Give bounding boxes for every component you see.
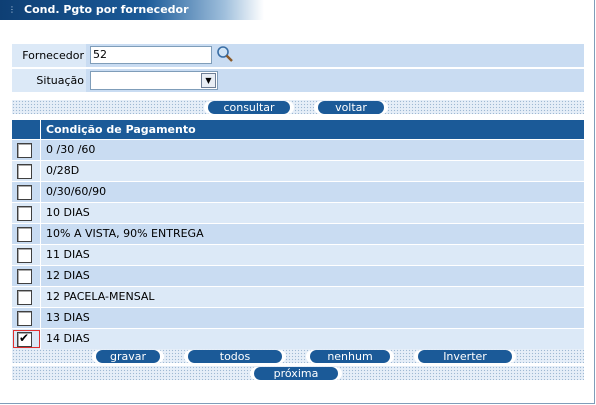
row-checkbox[interactable] [17,311,32,326]
table-row: 0/30/60/90 [12,181,584,202]
table-body: 0 /30 /60 0/28D 0/30/60/90 10 DIAS 10% A VIS… [12,139,584,349]
row-select-cell [12,308,41,328]
row-select-cell [12,203,41,223]
row-label: 12 PACELA-MENSAL [46,290,155,303]
table-row: 10% A VISTA, 90% ENTREGA [12,223,584,244]
row-checkbox[interactable] [17,143,32,158]
row-checkbox[interactable] [17,248,32,263]
fornecedor-row: Fornecedor 52 [12,44,584,67]
row-select-cell [12,182,41,202]
row-select-cell [12,140,41,160]
row-select-cell [12,329,41,349]
table-row: 0 /30 /60 [12,139,584,160]
row-checkbox[interactable] [17,164,32,179]
title-bar: ⋮ Cond. Pgto por fornecedor [0,0,264,20]
table-row: 11 DIAS [12,244,584,265]
table-row: 14 DIAS [12,328,584,349]
bottom-action-bar: gravar todos nenhum Inverter [12,349,584,363]
row-checkbox[interactable] [17,227,32,242]
column-header-condicao: Condição de Pagamento [46,123,196,136]
row-checkbox[interactable] [17,331,32,347]
table-row: 12 DIAS [12,265,584,286]
situacao-select[interactable]: ▼ [90,71,218,90]
inverter-button[interactable]: Inverter [418,350,512,363]
action-bar: consultar voltar [12,100,584,114]
row-select-cell [12,245,41,265]
row-label: 11 DIAS [46,248,90,261]
table-row: 0/28D [12,160,584,181]
row-label: 10% A VISTA, 90% ENTREGA [46,227,204,240]
fornecedor-label: Fornecedor [12,44,84,67]
row-checkbox[interactable] [17,269,32,284]
row-label: 0/30/60/90 [46,185,107,198]
row-label: 14 DIAS [46,332,90,345]
situacao-label: Situação [12,69,84,92]
row-label: 12 DIAS [46,269,90,282]
row-select-cell [12,161,41,181]
fornecedor-input[interactable]: 52 [90,46,212,64]
voltar-button[interactable]: voltar [318,101,384,114]
row-checkbox[interactable] [17,185,32,200]
row-checkbox[interactable] [17,290,32,305]
row-label: 13 DIAS [46,311,90,324]
row-select-cell [12,266,41,286]
page-title: Cond. Pgto por fornecedor [24,3,189,16]
table-row: 12 PACELA-MENSAL [12,286,584,307]
gravar-button[interactable]: gravar [96,350,160,363]
select-column-header [12,120,41,139]
grip-icon: ⋮ [8,5,16,14]
row-label: 10 DIAS [46,206,90,219]
row-label: 0/28D [46,164,80,177]
table-header: Condição de Pagamento [12,120,584,139]
row-select-cell [12,224,41,244]
filter-panel: Fornecedor 52 Situação ▼ [12,44,584,94]
table-row: 10 DIAS [12,202,584,223]
consultar-button[interactable]: consultar [208,101,290,114]
row-label: 0 /30 /60 [46,143,96,156]
situacao-cell: ▼ [86,69,584,92]
row-checkbox[interactable] [17,206,32,221]
row-select-cell [12,287,41,307]
todos-button[interactable]: todos [188,350,282,363]
payment-conditions-table: Condição de Pagamento 0 /30 /60 0/28D 0/30… [12,120,584,349]
search-icon[interactable] [216,45,234,63]
table-row: 13 DIAS [12,307,584,328]
fornecedor-cell: 52 [86,44,584,67]
proxima-button[interactable]: próxima [254,367,338,380]
nenhum-button[interactable]: nenhum [310,350,390,363]
pagination-bar: próxima [12,366,584,380]
situacao-row: Situação ▼ [12,69,584,92]
chevron-down-icon[interactable]: ▼ [201,73,216,88]
